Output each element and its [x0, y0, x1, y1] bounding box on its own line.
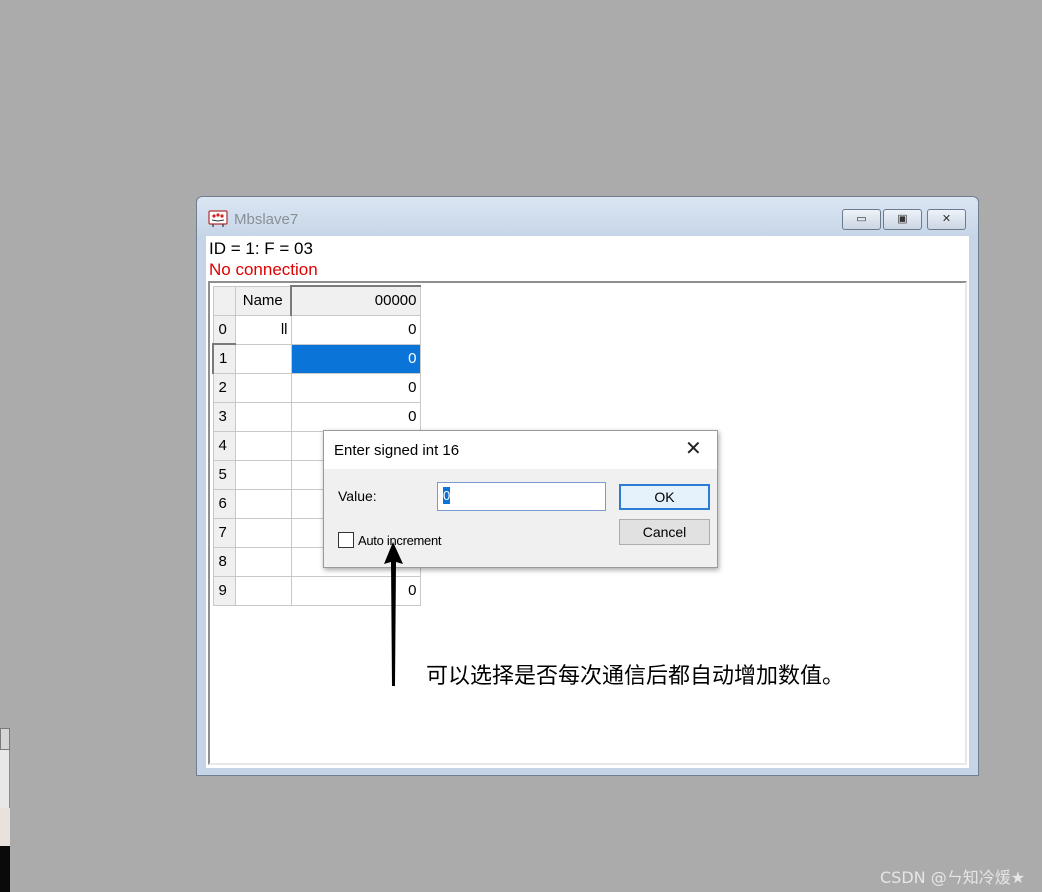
grid-corner-cell — [212, 285, 236, 316]
auto-increment-checkbox[interactable] — [338, 532, 354, 548]
column-header-address[interactable]: 00000 — [290, 285, 421, 316]
row-header[interactable]: 9 — [212, 575, 236, 606]
name-cell[interactable] — [234, 488, 292, 519]
row-header[interactable]: 0 — [212, 314, 236, 345]
row-header[interactable]: 5 — [212, 459, 236, 490]
row-header[interactable]: 2 — [212, 372, 236, 403]
annotation-text: 可以选择是否每次通信后都自动增加数值。 — [426, 664, 845, 689]
window-titlebar[interactable]: Mbslave7 ▭ ▣ ✕ — [197, 197, 978, 235]
connection-status: No connection — [209, 260, 318, 279]
name-cell[interactable] — [234, 401, 292, 432]
name-cell[interactable]: ll — [234, 314, 292, 345]
value-cell[interactable]: 0 — [290, 314, 421, 345]
name-cell[interactable] — [234, 575, 292, 606]
background-window-button — [0, 728, 10, 750]
row-header[interactable]: 7 — [212, 517, 236, 548]
name-cell[interactable] — [234, 546, 292, 577]
background-window-fragment — [0, 728, 10, 892]
maximize-button[interactable]: ▣ — [883, 209, 922, 230]
arrow-up-icon — [384, 542, 403, 686]
table-row: 0 ll 0 — [212, 314, 421, 345]
table-row: 2 0 — [212, 372, 421, 403]
value-label: Value: — [338, 488, 377, 504]
value-cell[interactable]: 0 — [290, 372, 421, 403]
background-window-dark-panel — [0, 846, 10, 892]
dialog-titlebar[interactable]: Enter signed int 16 ✕ — [324, 431, 717, 469]
name-cell[interactable] — [234, 343, 292, 374]
name-cell[interactable] — [234, 459, 292, 490]
column-header-name[interactable]: Name — [234, 285, 292, 316]
row-header[interactable]: 4 — [212, 430, 236, 461]
ok-button[interactable]: OK — [619, 484, 710, 510]
close-icon[interactable]: ✕ — [685, 439, 702, 459]
background-window-panel — [0, 750, 10, 808]
close-button[interactable]: ✕ — [927, 209, 966, 230]
name-cell[interactable] — [234, 372, 292, 403]
grid-header-row: Name 00000 — [212, 285, 421, 316]
app-icon — [208, 210, 228, 227]
value-input-selected-text: 0 — [443, 487, 451, 504]
value-cell[interactable]: 0 — [290, 401, 421, 432]
minimize-button[interactable]: ▭ — [842, 209, 881, 230]
name-cell[interactable] — [234, 517, 292, 548]
value-input[interactable] — [437, 482, 606, 511]
watermark-text: CSDN @ㄣ知冷煖★ — [880, 868, 1026, 887]
window-title: Mbslave7 — [234, 211, 299, 228]
cancel-button[interactable]: Cancel — [619, 519, 710, 545]
background-window-panel-lower — [0, 808, 10, 846]
value-cell-selected[interactable]: 0 — [290, 343, 421, 374]
row-header[interactable]: 3 — [212, 401, 236, 432]
row-header[interactable]: 1 — [212, 343, 236, 374]
row-header[interactable]: 8 — [212, 546, 236, 577]
slave-id-function-label: ID = 1: F = 03 — [209, 239, 313, 258]
table-row: 1 0 — [212, 343, 421, 374]
dialog-title: Enter signed int 16 — [334, 442, 460, 459]
row-header[interactable]: 6 — [212, 488, 236, 519]
name-cell[interactable] — [234, 430, 292, 461]
table-row: 3 0 — [212, 401, 421, 432]
